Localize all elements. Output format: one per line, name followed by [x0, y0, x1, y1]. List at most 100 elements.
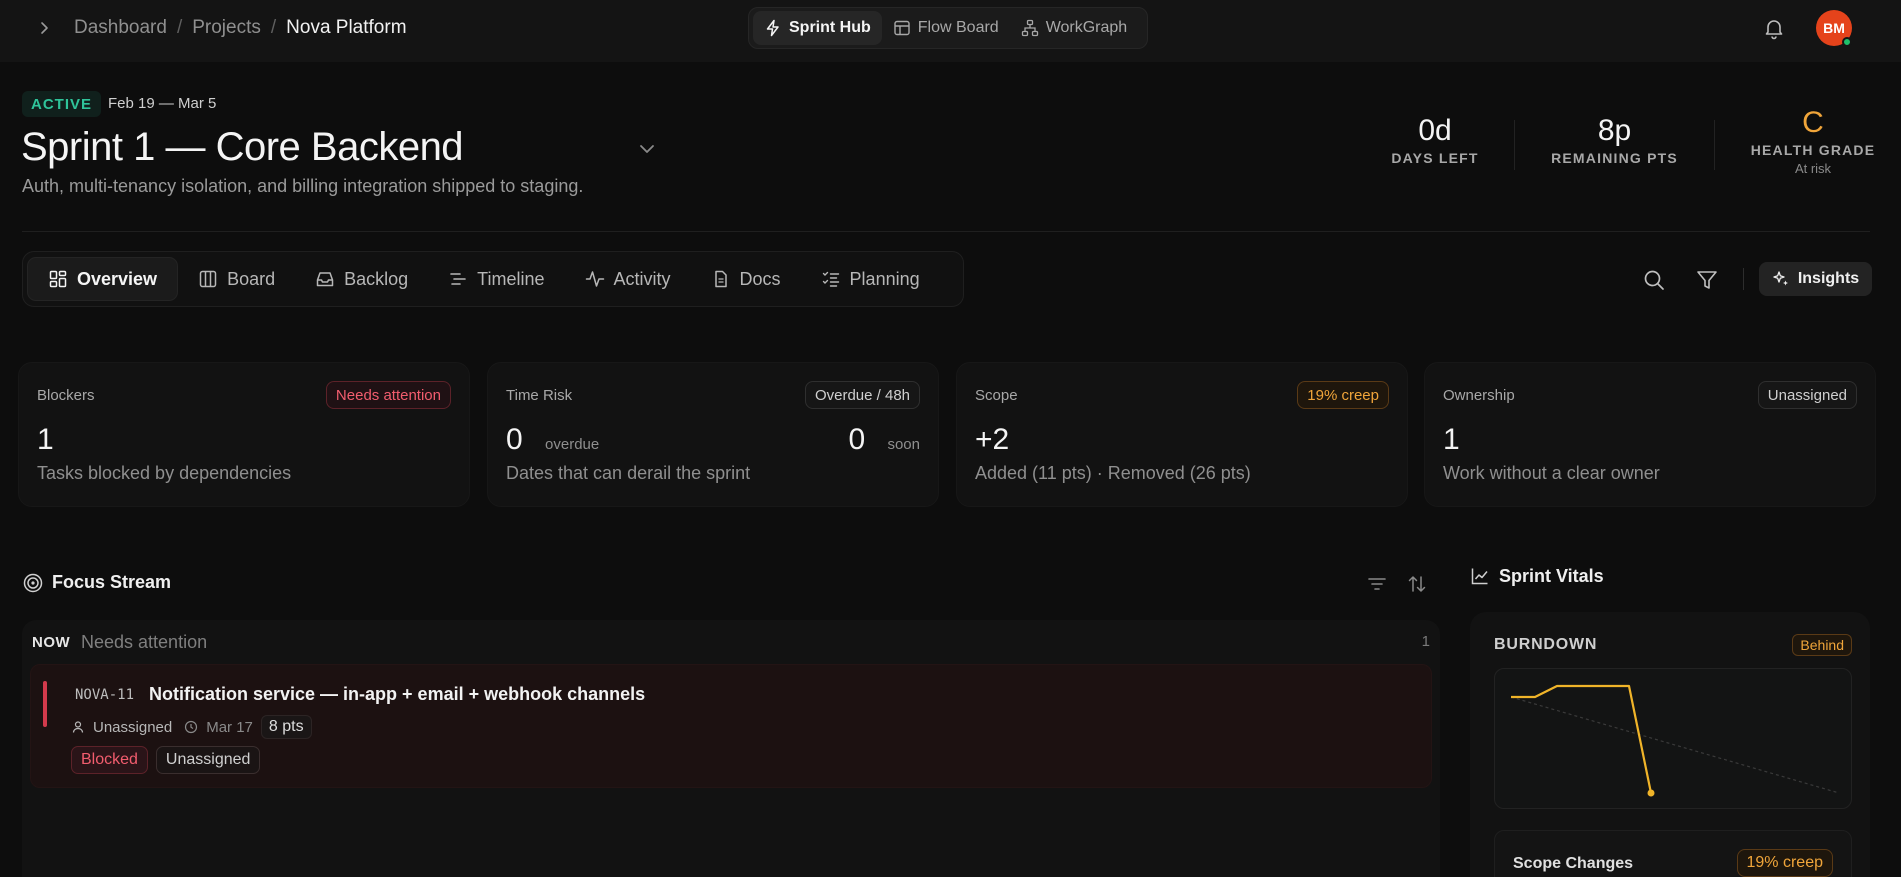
focus-stream-title: Focus Stream — [52, 572, 172, 592]
actual-line — [1511, 684, 1653, 794]
board-layout-icon — [893, 19, 911, 37]
insights-label: Insights — [1797, 270, 1860, 287]
tab-label: Board — [227, 268, 276, 289]
tag-blocked: Blocked — [71, 746, 148, 774]
group-sublabel: Needs attention — [81, 632, 208, 652]
view-label: Sprint Hub — [789, 19, 871, 36]
metric-label: Blockers — [37, 387, 95, 404]
stat-remaining-pts: 8p REMAINING PTS — [1548, 112, 1681, 166]
notifications-bell-icon[interactable] — [1762, 16, 1786, 40]
breadcrumb: Dashboard / Projects / Nova Platform — [74, 17, 407, 39]
sprint-description: Auth, multi-tenancy isolation, and billi… — [22, 176, 584, 196]
sprint-title: Sprint 1 — Core Backend — [21, 125, 464, 169]
tab-label: Backlog — [344, 268, 409, 289]
metric-description: Dates that can derail the sprint — [506, 463, 751, 483]
metric-label: Time Risk — [506, 387, 573, 404]
burndown-chart — [1494, 668, 1852, 809]
line-chart-icon — [1470, 566, 1490, 586]
metric-description: Tasks blocked by dependencies — [37, 463, 292, 483]
tab-label: Overview — [77, 268, 158, 289]
task-points: 8 pts — [260, 715, 312, 739]
view-label: WorkGraph — [1045, 19, 1128, 36]
metric-value: 1 — [37, 423, 54, 456]
stat-value: 0d — [1418, 114, 1452, 147]
metric-description: Work without a clear owner — [1443, 463, 1660, 483]
tab-planning[interactable]: Planning — [801, 257, 940, 301]
tab-label: Planning — [849, 268, 920, 289]
task-card[interactable]: NOVA-11 Notification service — in-app + … — [30, 664, 1432, 788]
stat-label: DAYS LEFT — [1391, 150, 1479, 166]
group-count: 1 — [1421, 633, 1430, 650]
ideal-line — [1510, 696, 1840, 794]
tab-board[interactable]: Board — [178, 257, 295, 301]
inbox-icon — [315, 269, 335, 289]
soon-count: 0 soon — [848, 423, 920, 457]
task-tags: Blocked Unassigned — [71, 746, 261, 774]
user-icon — [71, 720, 85, 734]
view-sprint-hub[interactable]: Sprint Hub — [753, 11, 882, 45]
tab-label: Docs — [739, 268, 781, 289]
breadcrumb-projects[interactable]: Projects — [192, 17, 261, 39]
lightning-icon — [764, 19, 782, 37]
insights-button[interactable]: Insights — [1759, 262, 1872, 296]
view-workgraph[interactable]: WorkGraph — [1010, 11, 1139, 45]
breadcrumb-dashboard[interactable]: Dashboard — [74, 17, 167, 39]
breadcrumb-separator: / — [176, 17, 183, 38]
breadcrumb-separator: / — [270, 17, 277, 38]
toolbar-divider — [1743, 268, 1744, 290]
network-icon — [1021, 19, 1039, 37]
tab-backlog[interactable]: Backlog — [295, 257, 428, 301]
metric-status-pill: 19% creep — [1297, 381, 1389, 409]
tab-overview[interactable]: Overview — [27, 257, 179, 301]
search-icon[interactable] — [1642, 268, 1666, 292]
view-flow-board[interactable]: Flow Board — [882, 11, 1010, 45]
sprint-dates: Feb 19 — Mar 5 — [108, 95, 217, 112]
task-assignee[interactable]: Unassigned — [93, 719, 172, 736]
online-status-dot — [1842, 37, 1852, 47]
sort-arrows-icon[interactable] — [1406, 573, 1428, 595]
metric-card-blockers[interactable]: Blockers Needs attention 1 Tasks blocked… — [18, 362, 470, 507]
metric-card-time-risk[interactable]: Time Risk Overdue / 48h 0 overdue 0 soon… — [487, 362, 939, 507]
sprint-vitals-panel: BURNDOWN Behind Scope Changes 19% creep — [1470, 612, 1870, 877]
priority-bar — [43, 681, 47, 727]
overdue-value: 0 — [506, 423, 523, 456]
stat-health-grade: C HEALTH GRADE At risk — [1748, 104, 1878, 176]
group-label: NOW — [32, 634, 71, 651]
sprint-selector-chevron-icon[interactable] — [636, 138, 658, 160]
metric-card-ownership[interactable]: Ownership Unassigned 1 Work without a cl… — [1424, 362, 1876, 507]
list-filter-icon[interactable] — [1366, 573, 1388, 595]
metric-status-pill: Overdue / 48h — [804, 381, 920, 409]
sprint-vitals-title: Sprint Vitals — [1499, 566, 1604, 586]
filter-icon[interactable] — [1695, 268, 1719, 292]
tab-activity[interactable]: Activity — [565, 257, 691, 301]
stat-label: REMAINING PTS — [1551, 150, 1678, 166]
target-icon — [22, 572, 44, 594]
sparkles-icon — [1772, 270, 1790, 288]
metric-card-scope[interactable]: Scope 19% creep +2 Added (11 pts) · Remo… — [956, 362, 1408, 507]
task-title[interactable]: Notification service — in-app + email + … — [149, 684, 645, 705]
document-icon — [711, 269, 731, 289]
tab-docs[interactable]: Docs — [691, 257, 801, 301]
header-divider — [22, 231, 1870, 232]
tab-label: Activity — [613, 268, 671, 289]
sprint-tabs: Overview Board Backlog Timeline Activity… — [22, 251, 964, 307]
metric-status-pill: Unassigned — [1757, 381, 1857, 409]
overdue-label: overdue — [545, 436, 600, 453]
task-key: NOVA-11 — [75, 687, 135, 703]
stat-days-left: 0d DAYS LEFT — [1389, 112, 1481, 166]
top-bar: Dashboard / Projects / Nova Platform Spr… — [0, 0, 1901, 62]
clock-icon — [184, 720, 198, 734]
pulse-icon — [585, 269, 605, 289]
view-switcher: Sprint Hub Flow Board WorkGraph — [748, 7, 1148, 49]
scope-changes-label: Scope Changes — [1513, 855, 1634, 872]
tab-label: Timeline — [477, 268, 545, 289]
metric-value: 1 — [1443, 423, 1460, 456]
metric-value: +2 — [975, 423, 1010, 456]
tag-unassigned: Unassigned — [155, 746, 261, 774]
metric-label: Ownership — [1443, 387, 1515, 404]
expand-sidebar-chevron-icon[interactable] — [34, 18, 54, 38]
scope-changes-card[interactable]: Scope Changes 19% creep — [1494, 830, 1852, 877]
tab-timeline[interactable]: Timeline — [428, 257, 564, 301]
soon-label: soon — [887, 436, 920, 453]
scope-changes-pill: 19% creep — [1736, 849, 1833, 877]
